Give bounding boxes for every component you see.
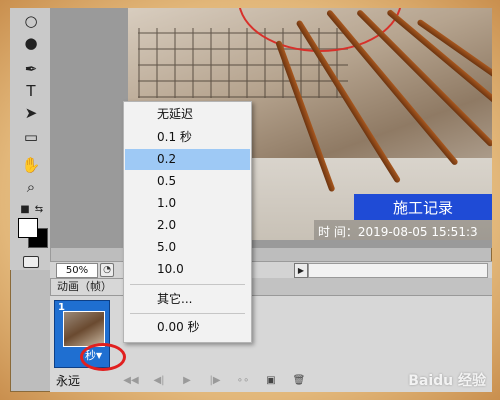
- frame-delay-menu: 无延迟 0.1 秒 0.2 0.5 1.0 2.0 5.0 10.0 其它...…: [123, 101, 252, 343]
- watermark-time: 时 间：2019-08-05 15:51:3: [314, 220, 492, 240]
- menu-item-10-0[interactable]: 10.0: [125, 259, 250, 280]
- path-select-icon[interactable]: ➤: [22, 104, 40, 122]
- menu-separator: [130, 284, 245, 285]
- menu-item-2-0[interactable]: 2.0: [125, 215, 250, 236]
- red-circle-annotation: [80, 343, 126, 371]
- watermark-title: 施工记录: [354, 194, 492, 220]
- menu-item-0-2[interactable]: 0.2: [125, 149, 250, 170]
- trash-icon[interactable]: 🗑: [288, 375, 310, 387]
- menu-item-1-0[interactable]: 1.0: [125, 193, 250, 214]
- type-icon[interactable]: T: [22, 82, 40, 100]
- menu-item-no-delay[interactable]: 无延迟: [125, 104, 250, 125]
- quick-mask-icon[interactable]: [23, 256, 39, 268]
- ellipse-marquee-icon[interactable]: ○: [22, 12, 40, 30]
- magnifier-icon[interactable]: ⌕: [22, 178, 40, 196]
- tween-icon[interactable]: ∘∘: [232, 375, 254, 387]
- zoom-icon[interactable]: ●: [22, 34, 40, 52]
- duplicate-frame-icon[interactable]: ▣: [260, 375, 282, 387]
- frame-thumbnail: [63, 311, 105, 347]
- horizontal-scrollbar[interactable]: [308, 263, 488, 278]
- previous-frame-icon[interactable]: ◀|: [148, 375, 170, 387]
- menu-item-current-delay[interactable]: 0.00 秒: [125, 317, 250, 338]
- first-frame-icon[interactable]: ◀◀: [120, 375, 142, 387]
- tools-panel: ○ ● ✒ T ➤ ▭ ✋ ⌕ ■ ⇆: [10, 8, 51, 270]
- menu-item-5-0[interactable]: 5.0: [125, 237, 250, 258]
- zoom-level[interactable]: 50%: [56, 263, 98, 278]
- loop-option[interactable]: 永远: [56, 372, 80, 389]
- hand-icon[interactable]: ✋: [22, 156, 41, 174]
- document-canvas[interactable]: 施工记录 时 间：2019-08-05 15:51:3: [50, 8, 492, 248]
- animation-controls: ◀◀ ◀| ▶ |▶ ∘∘ ▣ 🗑: [120, 374, 320, 388]
- brand-watermark: Baidu 经验: [408, 373, 486, 389]
- scroll-right-icon[interactable]: ▶: [294, 263, 308, 278]
- foreground-color-swatch[interactable]: [18, 218, 38, 238]
- menu-item-0-1[interactable]: 0.1 秒: [125, 127, 250, 148]
- next-frame-icon[interactable]: |▶: [204, 375, 226, 387]
- menu-item-0-5[interactable]: 0.5: [125, 171, 250, 192]
- menu-item-other[interactable]: 其它...: [125, 289, 250, 310]
- status-bar: 50% ◔ ▶: [50, 261, 492, 279]
- pen-icon[interactable]: ✒: [22, 60, 40, 78]
- status-menu-icon[interactable]: ◔: [100, 263, 114, 277]
- rectangle-icon[interactable]: ▭: [22, 128, 40, 146]
- play-icon[interactable]: ▶: [176, 375, 198, 387]
- animation-frame[interactable]: 1 秒 ▼: [54, 300, 126, 371]
- swap-colors-icon[interactable]: ⇆: [30, 200, 48, 218]
- menu-separator: [130, 313, 245, 314]
